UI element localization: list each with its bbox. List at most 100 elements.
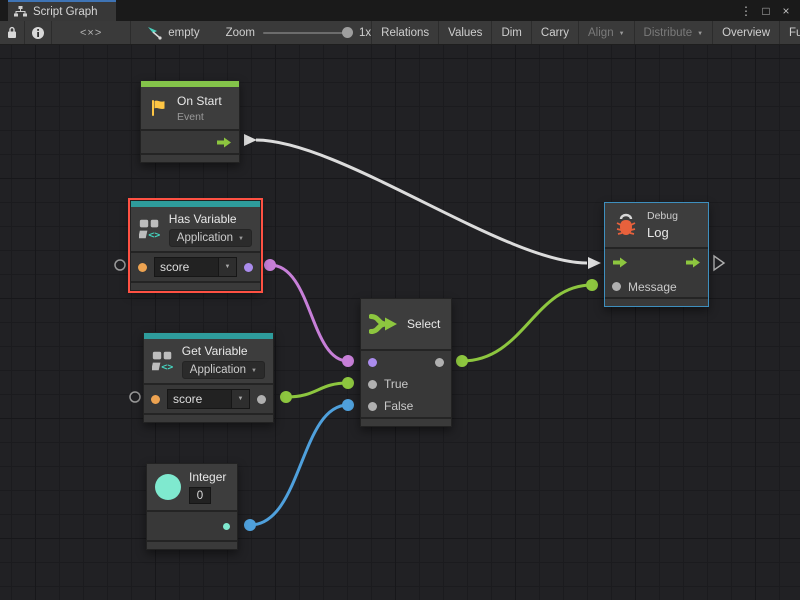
relations-button[interactable]: Relations — [371, 21, 439, 44]
graph-toolbar: <×> empty Zoom 1x Relations Values Dim C… — [0, 21, 800, 45]
svg-text:<>: <> — [148, 230, 160, 241]
value-output-port[interactable] — [257, 395, 266, 404]
control-output-port[interactable] — [216, 137, 232, 148]
true-input-port[interactable] — [368, 380, 377, 389]
message-input-port[interactable] — [612, 282, 621, 291]
wire-endpoint[interactable] — [264, 259, 276, 271]
distribute-button[interactable]: Distribute▼ — [635, 21, 714, 44]
variables-icon: <> — [139, 217, 161, 241]
zoom-slider-handle[interactable] — [342, 27, 353, 38]
full-screen-button[interactable]: Full Screen — [780, 21, 800, 44]
wire-onstart-to-log[interactable] — [256, 140, 587, 263]
zoom-value: 1x — [359, 27, 371, 39]
dropdown-arrow-icon: ▼ — [251, 368, 257, 374]
node-title: Get Variable — [182, 344, 265, 358]
false-input-port[interactable] — [368, 402, 377, 411]
window-close-icon[interactable]: × — [778, 4, 794, 18]
variable-name-input[interactable] — [167, 389, 232, 409]
lock-icon — [6, 26, 18, 39]
window-controls: ⋮ □ × — [738, 0, 800, 21]
unconnected-port-ring[interactable] — [115, 260, 125, 270]
window-maximize-icon[interactable]: □ — [758, 4, 774, 18]
values-button[interactable]: Values — [439, 21, 492, 44]
tab-bar: Script Graph ⋮ □ × — [0, 0, 800, 21]
inspect-button[interactable] — [25, 21, 52, 44]
toolbar-buttons: Relations Values Dim Carry Align▼ Distri… — [371, 21, 800, 44]
tab-title: Script Graph — [33, 6, 98, 18]
wire-getvariable-to-true[interactable] — [286, 383, 348, 397]
integer-icon — [155, 474, 181, 500]
angle-brackets-icon: <×> — [80, 27, 102, 39]
node-title: Select — [407, 317, 440, 331]
integer-value-input[interactable] — [189, 487, 211, 504]
window-menu-icon[interactable]: ⋮ — [738, 4, 754, 18]
port-label-message: Message — [628, 280, 677, 294]
script-graph-window: Script Graph ⋮ □ × <×> — [0, 0, 800, 600]
port-label-true: True — [384, 377, 408, 391]
wire-integer-to-false[interactable] — [250, 405, 348, 525]
node-get-variable[interactable]: <> Get Variable Application ▼ ▼ — [143, 332, 274, 423]
wire-endpoint[interactable] — [244, 519, 256, 531]
select-icon — [369, 313, 399, 335]
port-label-false: False — [384, 399, 413, 413]
node-on-start[interactable]: On Start Event — [140, 80, 240, 163]
variable-name-input[interactable] — [154, 257, 219, 277]
node-title: Has Variable — [169, 212, 252, 226]
unconnected-port-triangle[interactable] — [714, 256, 724, 270]
overview-button[interactable]: Overview — [713, 21, 780, 44]
node-title: Log — [647, 225, 678, 240]
wire-select-to-message[interactable] — [462, 285, 592, 361]
variable-scope-dropdown[interactable]: Application ▼ — [182, 361, 265, 379]
zoom-slider[interactable] — [263, 32, 351, 34]
result-output-port[interactable] — [244, 263, 253, 272]
info-icon — [31, 26, 45, 40]
graph-canvas[interactable]: On Start Event <> — [0, 45, 800, 600]
variable-picker-button[interactable]: ▼ — [219, 257, 237, 277]
condition-input-port[interactable] — [368, 358, 377, 367]
wire-endpoint[interactable] — [342, 377, 354, 389]
wire-endpoint[interactable] — [280, 391, 292, 403]
carry-button[interactable]: Carry — [532, 21, 579, 44]
unconnected-port-ring[interactable] — [130, 392, 140, 402]
wire-endpoint[interactable] — [586, 279, 598, 291]
name-input-port[interactable] — [151, 395, 160, 404]
wire-endpoint[interactable] — [456, 355, 468, 367]
node-footer — [147, 540, 237, 549]
control-wire-start-arrow[interactable] — [244, 134, 257, 146]
selection-icon — [147, 26, 162, 40]
clear-selection-button[interactable]: <×> — [52, 21, 131, 44]
flag-icon — [149, 98, 169, 118]
tab-script-graph[interactable]: Script Graph — [8, 0, 116, 21]
node-footer — [131, 281, 260, 290]
selection-output-port[interactable] — [435, 358, 444, 367]
wire-hasvariable-to-select[interactable] — [270, 265, 348, 361]
node-has-variable[interactable]: <> Has Variable Application ▼ ▼ — [130, 200, 261, 291]
selection-indicator: empty — [147, 21, 199, 44]
wire-endpoint[interactable] — [342, 399, 354, 411]
control-wire-end-arrow[interactable] — [588, 257, 601, 269]
node-select[interactable]: Select True False — [360, 298, 452, 427]
node-footer — [144, 413, 273, 422]
node-footer — [361, 417, 451, 426]
lock-button[interactable] — [0, 21, 25, 44]
control-output-port[interactable] — [685, 257, 701, 268]
align-button[interactable]: Align▼ — [579, 21, 635, 44]
node-debug-log[interactable]: Debug Log Message — [604, 202, 709, 307]
value-output-port[interactable] — [223, 523, 230, 530]
node-surtitle: Debug — [647, 210, 678, 222]
variable-name-field: ▼ — [167, 389, 250, 409]
dropdown-arrow-icon: ▼ — [238, 236, 244, 242]
dim-button[interactable]: Dim — [492, 21, 531, 44]
wire-endpoint[interactable] — [342, 355, 354, 367]
node-title: On Start — [177, 94, 222, 108]
name-input-port[interactable] — [138, 263, 147, 272]
bug-icon — [613, 212, 639, 238]
dropdown-arrow-icon: ▼ — [697, 31, 703, 37]
svg-text:<>: <> — [161, 362, 173, 373]
variable-scope-dropdown[interactable]: Application ▼ — [169, 229, 252, 247]
control-input-port[interactable] — [612, 257, 628, 268]
node-integer[interactable]: Integer — [146, 463, 238, 550]
graph-icon — [14, 6, 27, 17]
variable-picker-button[interactable]: ▼ — [232, 389, 250, 409]
node-footer — [605, 297, 708, 306]
